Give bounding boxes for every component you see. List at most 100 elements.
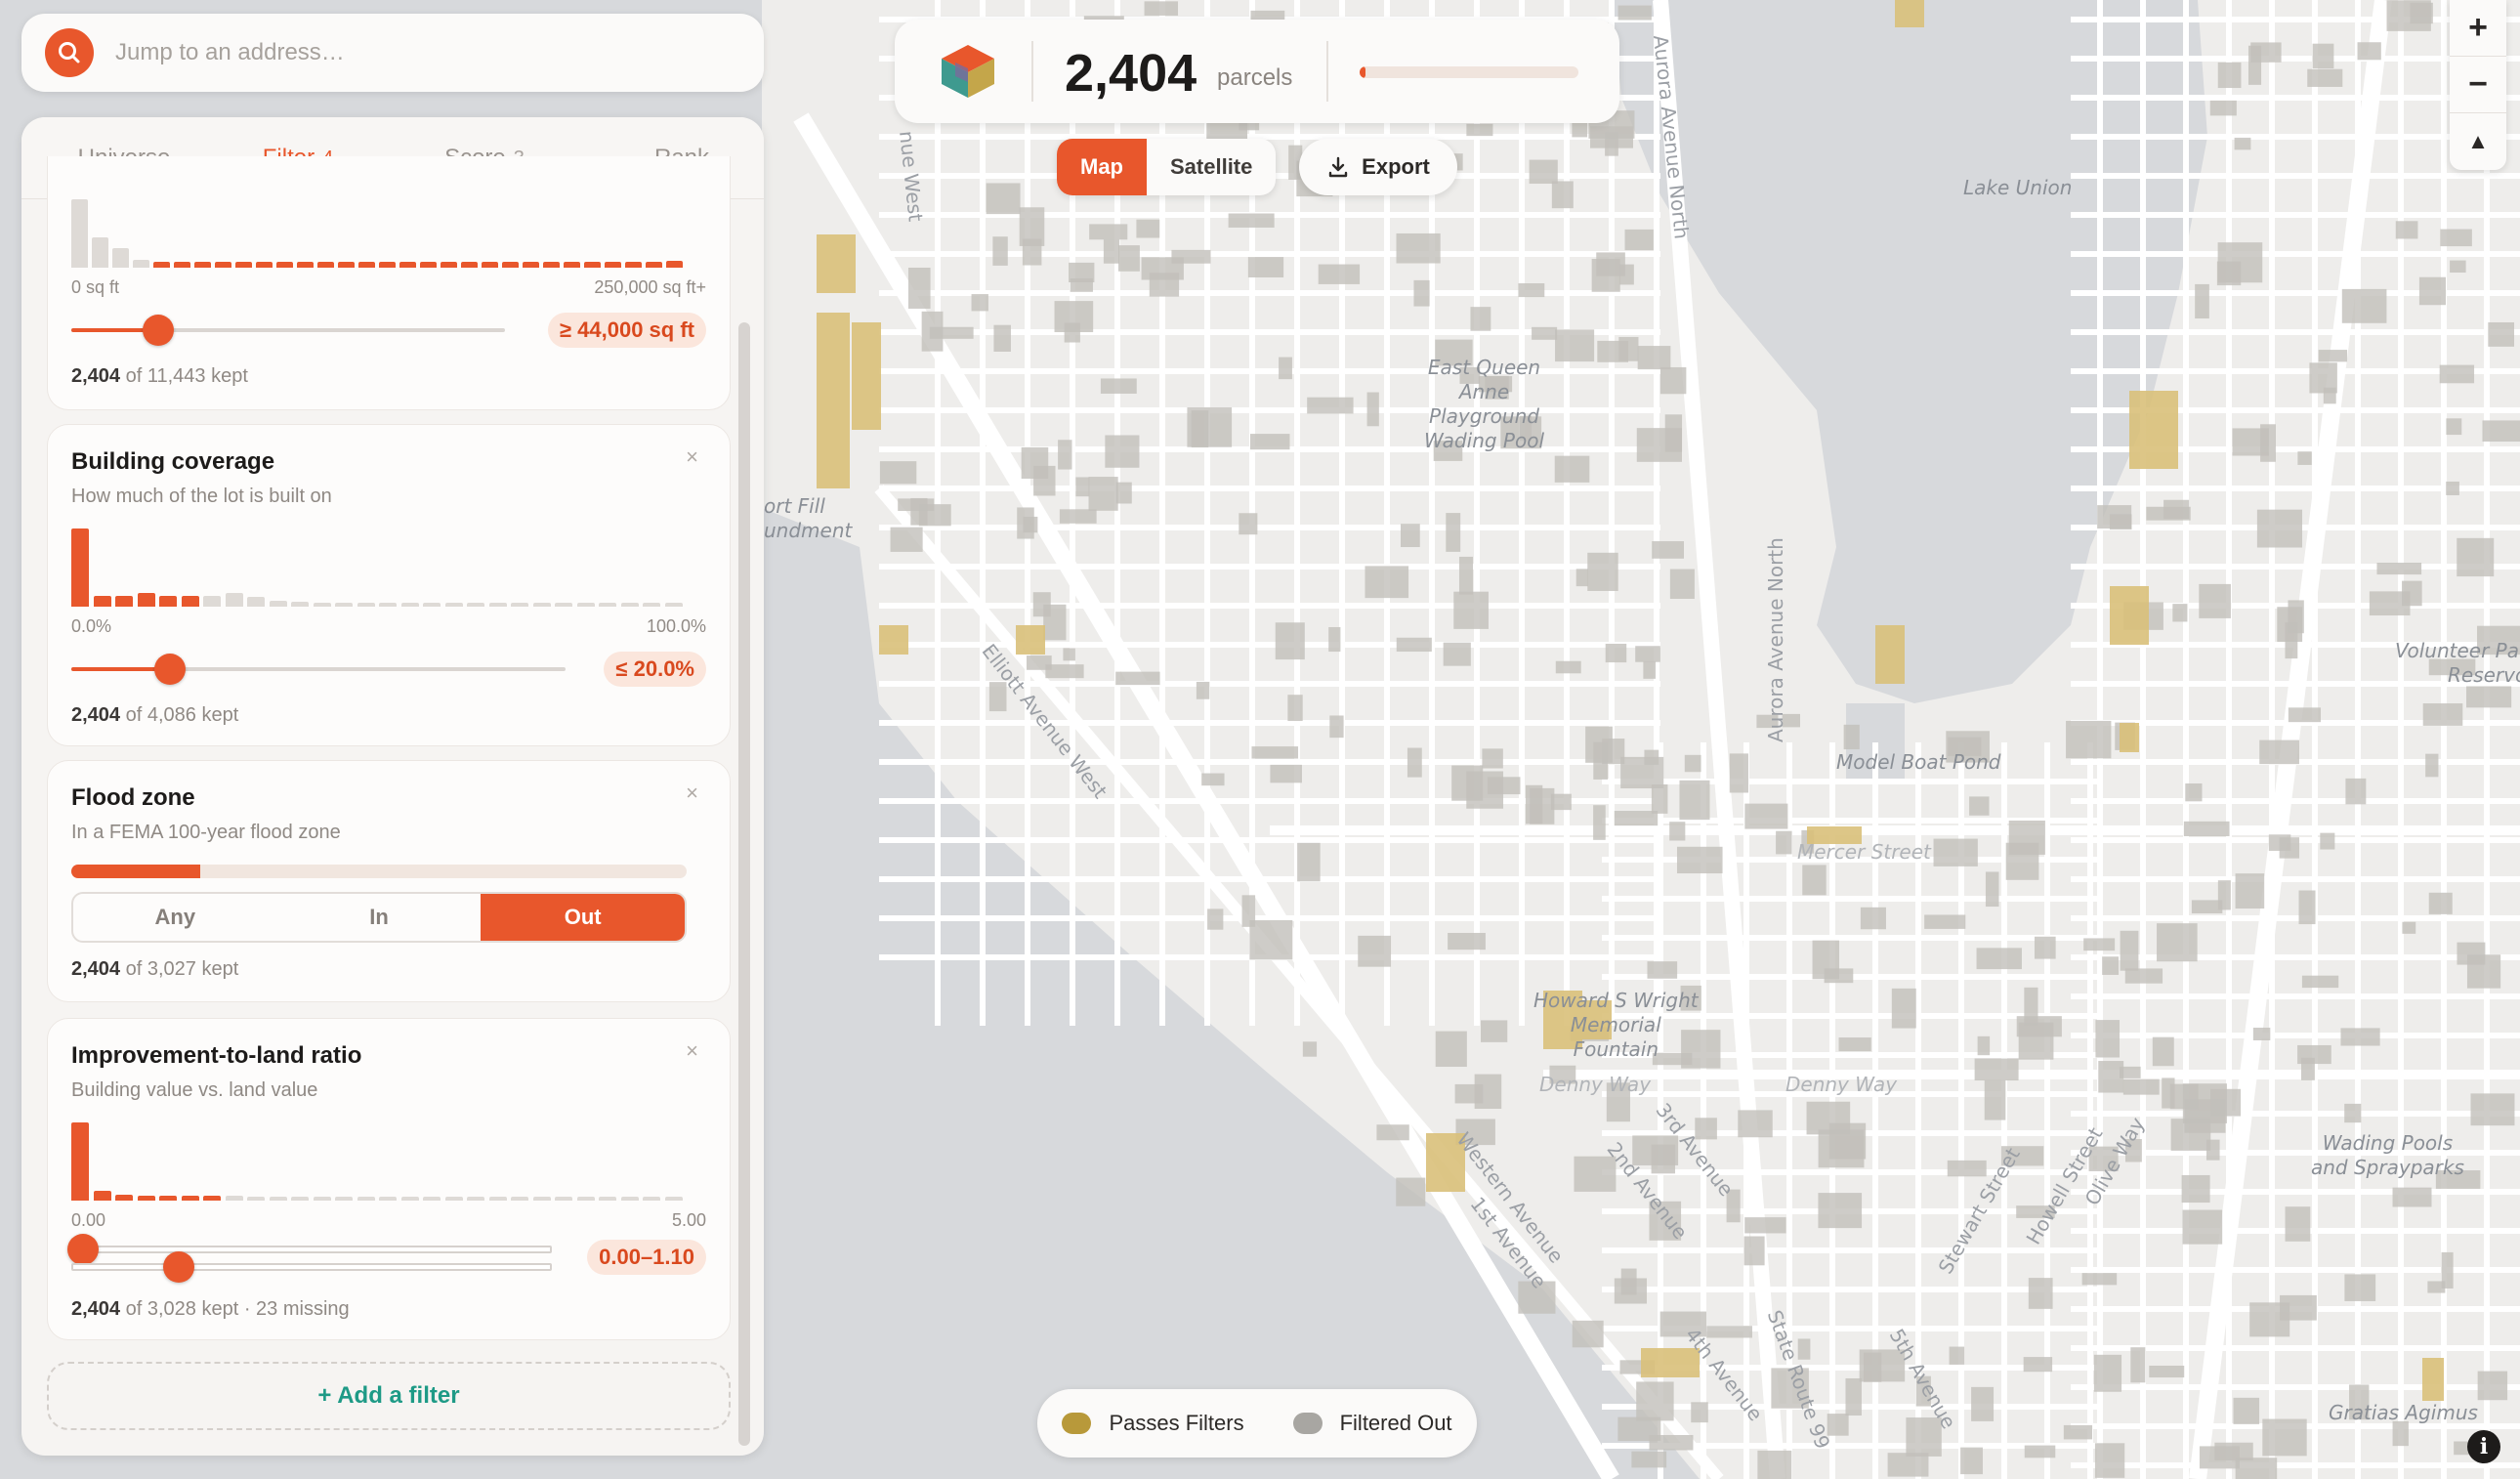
parcel-filtered-out: [910, 497, 928, 526]
parcel-filtered-out: [1103, 239, 1120, 264]
improvement-ratio-slider-min-thumb[interactable]: [67, 1234, 99, 1265]
improvement-ratio-close-icon[interactable]: ×: [686, 1038, 698, 1064]
zoom-out-button[interactable]: −: [2450, 57, 2506, 113]
parcel-filtered-out: [1818, 1193, 1863, 1229]
building-coverage-slider[interactable]: [71, 654, 566, 685]
parcel-filtered-out: [1470, 307, 1491, 331]
parcel-filtered-out: [1059, 509, 1097, 524]
parcel-filtered-out: [2234, 137, 2251, 150]
parcel-filtered-out: [1297, 842, 1321, 882]
parcel-filtered-out: [986, 183, 1021, 215]
map-view-button[interactable]: Map: [1057, 139, 1147, 195]
parcel-filtered-out: [2195, 283, 2209, 318]
parcel-filtered-out: [1984, 1079, 2006, 1120]
parcel-filtered-out: [1075, 477, 1090, 497]
improvement-ratio-slider-max-track[interactable]: [71, 1251, 552, 1283]
lot-size-histogram-bar: [92, 236, 109, 268]
parcel-filtered-out: [2402, 580, 2422, 607]
improvement-ratio-slider-max-thumb[interactable]: [163, 1251, 195, 1283]
search-button[interactable]: [45, 28, 94, 77]
parcel-filtered-out: [1366, 392, 1379, 427]
parcel-filtered-out: [890, 527, 923, 552]
parcel-filtered-out: [1187, 407, 1233, 447]
panel-scrollbar[interactable]: [738, 322, 750, 1446]
building-coverage-close-icon[interactable]: ×: [686, 444, 698, 470]
parcel-filtered-out: [1949, 1346, 1965, 1365]
info-icon[interactable]: i: [2467, 1430, 2500, 1463]
parcel-filtered-out: [2344, 1274, 2376, 1301]
lot-size-slider-thumb[interactable]: [142, 315, 174, 346]
flood-zone-option-any[interactable]: Any: [73, 894, 277, 941]
parcel-filtered-out: [1115, 671, 1160, 686]
building-coverage-histogram-bar: [643, 603, 661, 607]
parcel-filtered-out: [929, 326, 974, 339]
improvement-ratio-histogram-bar: [269, 1197, 287, 1201]
map-label-mercer-street: Mercer Street: [1797, 840, 1931, 864]
parcel-filtered-out: [1017, 507, 1034, 539]
building-coverage-slider-thumb[interactable]: [154, 654, 187, 685]
parcel-filtered-out: [2477, 1371, 2508, 1401]
parcel-filtered-out: [2470, 1093, 2515, 1126]
add-filter-button[interactable]: + Add a filter: [47, 1362, 731, 1430]
building-coverage-histogram-bar: [555, 603, 573, 607]
parcel-filtered-out: [2318, 350, 2348, 362]
parcel-filtered-out: [2024, 987, 2038, 1026]
lot-size-histogram-bar: [133, 259, 150, 268]
zoom-in-button[interactable]: +: [2450, 0, 2506, 57]
parcel-filtered-out: [2392, 1187, 2432, 1207]
parcel-filtered-out: [1651, 783, 1668, 814]
parcel-filtered-out: [2066, 720, 2112, 759]
improvement-ratio-value: 0.00–1.10: [587, 1240, 706, 1275]
parcel-filtered-out: [1207, 909, 1224, 930]
parcel-filtered-out: [2440, 229, 2472, 247]
improvement-ratio-histogram-bar: [555, 1197, 573, 1201]
export-button[interactable]: Export: [1299, 139, 1457, 195]
parcel-filtered-out: [1270, 764, 1302, 783]
legend-pass-swatch: [1062, 1413, 1092, 1434]
satellite-view-button[interactable]: Satellite: [1147, 139, 1276, 195]
lot-size-histogram-bar: [235, 262, 253, 268]
parcel-filtered-out: [2457, 537, 2495, 577]
parcel-passes-filters: [817, 234, 856, 293]
compass-north-icon[interactable]: ▲: [2450, 113, 2506, 170]
parcel-filtered-out: [1302, 1041, 1318, 1057]
improvement-ratio-histogram-bar: [71, 1122, 90, 1201]
parcel-filtered-out: [1196, 681, 1210, 699]
parcel-filtered-out: [1033, 465, 1056, 496]
parcel-filtered-out: [1669, 569, 1695, 599]
building-coverage-value: ≤ 20.0%: [604, 652, 706, 687]
building-coverage-histogram-bar: [511, 603, 529, 607]
lot-size-histogram-bar: [215, 262, 232, 268]
parcel-filtered-out: [2259, 740, 2299, 765]
flood-zone-close-icon[interactable]: ×: [686, 781, 698, 806]
map-label-gratias-agimus: Gratias Agimus: [2329, 1401, 2478, 1424]
lot-size-slider[interactable]: [71, 315, 505, 346]
parcel-filtered-out: [2280, 1294, 2317, 1321]
parcel-filtered-out: [1413, 279, 1430, 307]
parcel-filtered-out: [1105, 435, 1140, 468]
parcel-filtered-out: [2260, 424, 2276, 462]
improvement-ratio-slider-min-track[interactable]: [67, 1234, 552, 1265]
parcel-passes-filters: [2422, 1358, 2444, 1401]
flood-zone-option-out[interactable]: Out: [481, 894, 685, 941]
parcel-filtered-out: [1435, 1031, 1467, 1068]
parcel-passes-filters: [1895, 0, 1924, 27]
building-coverage-axis-min: 0.0%: [71, 616, 112, 636]
parcel-filtered-out: [1614, 811, 1659, 826]
improvement-ratio-histogram-bar: [576, 1197, 595, 1201]
parcel-filtered-out: [2252, 1027, 2271, 1040]
parcel-filtered-out: [1136, 219, 1160, 238]
parcel-filtered-out: [1396, 232, 1441, 264]
building-coverage-histogram-bar: [467, 603, 485, 607]
address-search[interactable]: Jump to an address…: [21, 14, 764, 92]
search-input[interactable]: Jump to an address…: [115, 39, 345, 66]
lot-size-histogram-bar: [153, 262, 171, 268]
parcel-filtered-out: [1887, 1453, 1929, 1477]
parcel-filtered-out: [2124, 968, 2163, 984]
parcel-filtered-out: [1664, 414, 1683, 452]
lot-size-histogram-bar: [276, 262, 294, 268]
parcel-filtered-out: [1620, 1268, 1637, 1295]
parcel-filtered-out: [1443, 642, 1471, 666]
flood-zone-option-in[interactable]: In: [277, 894, 482, 941]
parcel-filtered-out: [1088, 477, 1118, 511]
